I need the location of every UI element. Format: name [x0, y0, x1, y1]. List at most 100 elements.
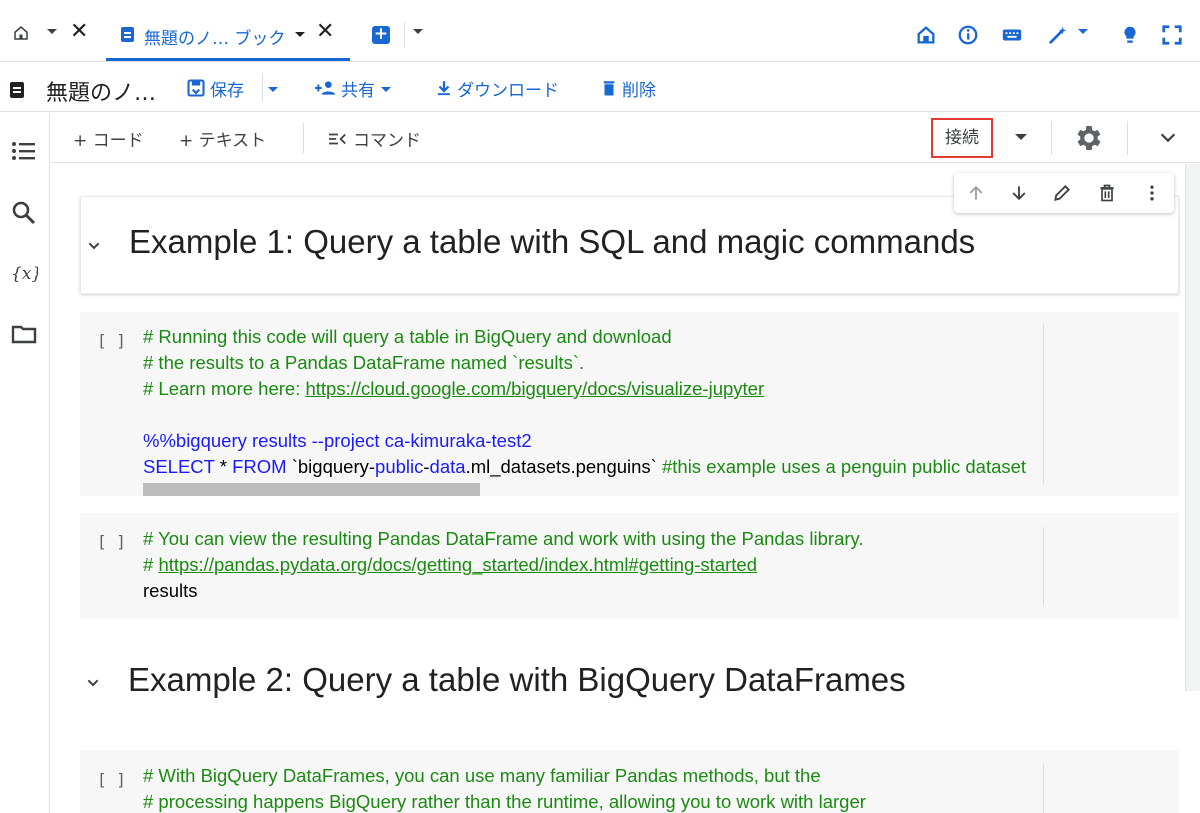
- share-menu-caret[interactable]: [381, 87, 391, 92]
- command-label: コマンド: [353, 131, 421, 151]
- chevron-down-icon[interactable]: [1157, 126, 1179, 148]
- magic-menu-caret[interactable]: [1078, 29, 1088, 34]
- code-cell-2[interactable]: [ ] # You can view the resulting Pandas …: [80, 513, 1179, 619]
- cell-gutter: [1043, 527, 1044, 605]
- notebook-main: Example 1: Query a table with SQL and ma…: [51, 164, 1200, 813]
- code-token: public: [375, 456, 424, 477]
- pandas-docs-link[interactable]: https://pandas.pydata.org/docs/getting_s…: [158, 554, 757, 575]
- download-label: ダウンロード: [457, 80, 559, 101]
- arrow-down-icon[interactable]: [1009, 183, 1029, 203]
- fullscreen-icon[interactable]: [1161, 24, 1183, 46]
- notebook-title[interactable]: 無題のノ…: [46, 75, 156, 107]
- new-tab-menu-caret[interactable]: [413, 29, 423, 34]
- trash-icon: [603, 81, 615, 96]
- divider: [1127, 121, 1128, 155]
- cell-gutter: [1043, 764, 1044, 813]
- section-heading: Example 2: Query a table with BigQuery D…: [128, 661, 906, 698]
- collapse-section-icon[interactable]: [86, 238, 102, 254]
- drive-icon[interactable]: [915, 24, 937, 46]
- run-cell-button[interactable]: [ ]: [97, 770, 126, 789]
- tab-untitled-notebook[interactable]: 無題のノ… ブック ✕: [106, 10, 350, 61]
- close-home-tab-icon[interactable]: ✕: [70, 20, 88, 44]
- divider: [303, 123, 304, 153]
- cell-toolbar: [954, 173, 1174, 213]
- code-cell-1[interactable]: [ ] # Running this code will query a tab…: [80, 312, 1179, 496]
- close-tab-icon[interactable]: ✕: [316, 20, 334, 44]
- code-line: # With BigQuery DataFrames, you can use …: [143, 765, 821, 786]
- run-cell-button[interactable]: [ ]: [97, 331, 126, 350]
- info-icon[interactable]: [957, 24, 979, 46]
- notebook-icon: [10, 82, 24, 98]
- cell-gutter: [1043, 324, 1044, 484]
- variables-icon[interactable]: {x}: [10, 259, 38, 287]
- folder-icon[interactable]: [10, 320, 38, 348]
- run-cell-button[interactable]: [ ]: [97, 532, 126, 551]
- gear-icon[interactable]: [1073, 122, 1105, 154]
- divider: [1051, 121, 1052, 155]
- save-icon: [187, 79, 205, 97]
- divider: [262, 73, 263, 101]
- save-label: 保存: [210, 80, 244, 101]
- sql-keyword: SELECT: [143, 456, 215, 477]
- connect-button[interactable]: 接続: [931, 118, 993, 158]
- code-line: # processing happens BigQuery rather tha…: [143, 791, 866, 812]
- home-menu-caret[interactable]: [47, 29, 57, 34]
- code-comment: #this example uses a penguin public data…: [661, 456, 1027, 477]
- delete-label: 削除: [622, 80, 656, 101]
- pencil-icon[interactable]: [1052, 183, 1072, 203]
- magic-wand-icon[interactable]: [1047, 24, 1069, 46]
- divider: [404, 22, 405, 48]
- code-editor[interactable]: # With BigQuery DataFrames, you can use …: [143, 763, 866, 813]
- share-button[interactable]: 共有: [313, 77, 375, 101]
- tab-bar: ✕ 無題のノ… ブック ✕ +: [0, 0, 1200, 62]
- doc-icon: [121, 27, 134, 42]
- code-token: *: [214, 456, 233, 477]
- vertical-scrollbar[interactable]: [1185, 164, 1200, 691]
- arrow-up-icon[interactable]: [966, 183, 986, 203]
- code-editor[interactable]: # Running this code will query a table i…: [143, 324, 1026, 480]
- code-line: # Running this code will query a table i…: [143, 326, 672, 347]
- save-menu-caret[interactable]: [268, 87, 278, 92]
- notebook-toolbar: 無題のノ… 保存 共有 ダウンロード 削除: [0, 62, 1200, 112]
- section-heading: Example 1: Query a table with SQL and ma…: [129, 223, 976, 260]
- collapse-section-icon[interactable]: [85, 675, 101, 691]
- keyboard-icon[interactable]: [1001, 24, 1023, 46]
- code-line: # You can view the resulting Pandas Data…: [143, 528, 864, 549]
- add-code-button[interactable]: + コード: [73, 126, 144, 151]
- left-sidebar: {x}: [0, 113, 50, 813]
- code-editor[interactable]: # You can view the resulting Pandas Data…: [143, 526, 864, 604]
- toc-icon[interactable]: [10, 137, 38, 165]
- tab-menu-caret[interactable]: [295, 32, 305, 37]
- docs-link[interactable]: https://cloud.google.com/bigquery/docs/v…: [305, 378, 764, 399]
- command-row: + コード + テキスト コマンド 接続: [51, 113, 1200, 163]
- more-vert-icon[interactable]: [1142, 183, 1162, 203]
- add-text-button[interactable]: + テキスト: [179, 126, 266, 151]
- code-token: `bigquery-: [286, 456, 376, 477]
- add-tab-icon[interactable]: +: [372, 26, 390, 44]
- command-icon: [329, 133, 346, 144]
- code-line-prefix: #: [143, 554, 159, 575]
- horizontal-scrollbar-thumb[interactable]: [143, 483, 480, 496]
- add-person-icon: [315, 81, 335, 95]
- home-icon[interactable]: [12, 24, 30, 42]
- command-palette-button[interactable]: コマンド: [327, 126, 421, 151]
- share-label: 共有: [341, 80, 375, 101]
- svg-text:{x}: {x}: [11, 264, 38, 284]
- code-cell-3[interactable]: [ ] # With BigQuery DataFrames, you can …: [80, 750, 1179, 813]
- save-button[interactable]: 保存: [186, 77, 244, 101]
- code-token: data: [429, 456, 466, 477]
- download-icon: [438, 81, 450, 96]
- delete-button[interactable]: 削除: [600, 77, 656, 101]
- tab-title: 無題のノ… ブック: [144, 29, 286, 49]
- code-token: .ml_datasets.penguins`: [465, 456, 662, 477]
- code-line: %%bigquery results --project ca-kimuraka…: [143, 430, 532, 451]
- search-icon[interactable]: [10, 199, 38, 227]
- sql-keyword: FROM: [232, 456, 287, 477]
- code-line-prefix: # Learn more here:: [143, 378, 306, 399]
- download-button[interactable]: ダウンロード: [435, 77, 559, 101]
- lightbulb-icon[interactable]: [1119, 24, 1141, 46]
- connect-menu-caret[interactable]: [1015, 134, 1027, 140]
- trash-icon[interactable]: [1097, 183, 1117, 203]
- code-line: results: [143, 580, 198, 601]
- code-line: # the results to a Pandas DataFrame name…: [143, 352, 585, 373]
